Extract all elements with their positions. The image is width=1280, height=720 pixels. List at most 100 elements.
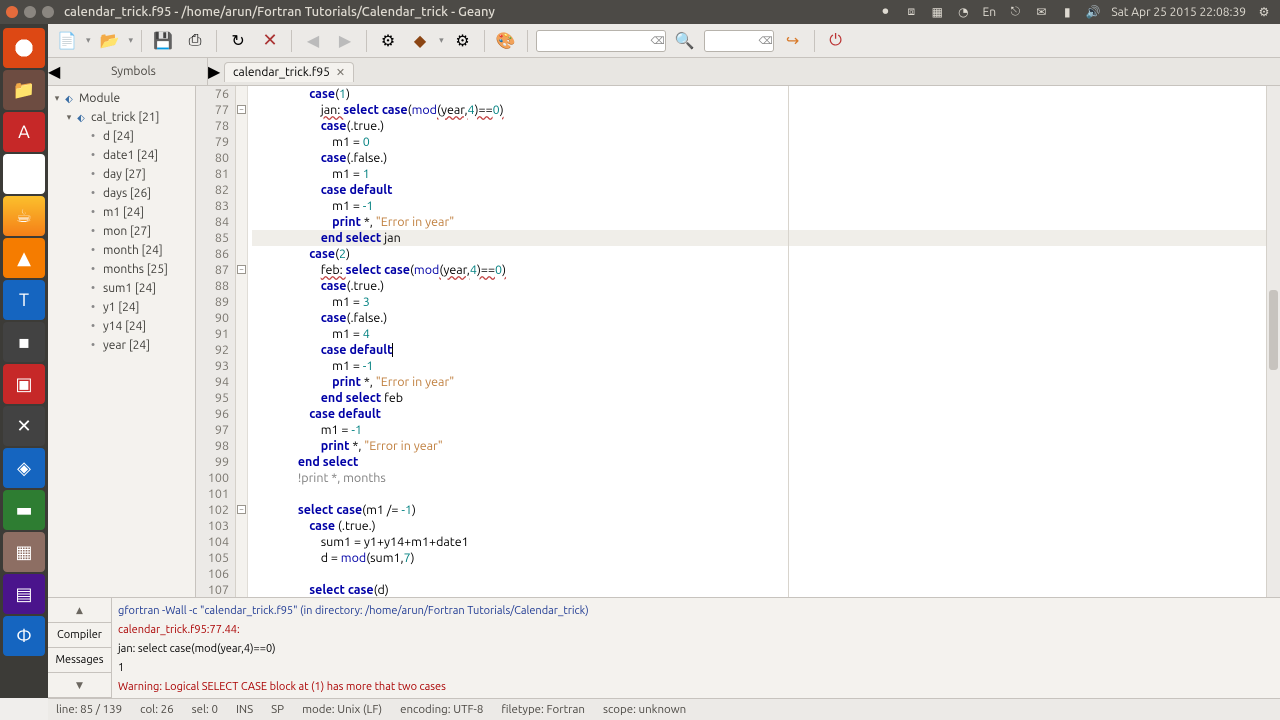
code-line[interactable]: case default — [252, 182, 1280, 198]
code-line[interactable]: m1 = 3 — [252, 294, 1280, 310]
code-area[interactable]: case(1) jan: select case(mod(year,4)==0)… — [248, 86, 1280, 597]
code-line[interactable]: end select jan — [252, 230, 1280, 246]
compile-button[interactable]: ⚙ — [375, 28, 401, 54]
battery-icon[interactable]: ▮ — [1059, 4, 1075, 20]
app-icon-5[interactable]: ▦ — [3, 532, 45, 572]
volume-icon[interactable]: 🔊 — [1085, 4, 1101, 20]
quit-button[interactable]: ⏻ — [823, 28, 849, 54]
code-line[interactable]: m1 = 4 — [252, 326, 1280, 342]
code-line[interactable]: print *, "Error in year" — [252, 214, 1280, 230]
goto-entry[interactable]: ⌫ — [704, 30, 774, 52]
new-file-button[interactable]: 📄 — [54, 28, 80, 54]
fold-column[interactable]: −−− — [236, 86, 248, 597]
code-line[interactable] — [252, 486, 1280, 502]
record-icon[interactable]: ⏺ — [877, 4, 893, 20]
find-entry[interactable]: ⌫ — [536, 30, 666, 52]
bluetooth-icon[interactable]: ⎋ — [1007, 4, 1023, 20]
nav-forward-button[interactable]: ▶ — [332, 28, 358, 54]
dropbox-icon[interactable]: ⧈ — [903, 4, 919, 20]
code-line[interactable]: case(2) — [252, 246, 1280, 262]
app-icon-1[interactable]: A — [3, 112, 45, 152]
virtualbox-icon[interactable]: ◈ — [3, 448, 45, 488]
code-line[interactable]: d = mod(sum1,7) — [252, 550, 1280, 566]
code-line[interactable]: end select feb — [252, 390, 1280, 406]
sidebar-tab-right-icon[interactable]: ▶ — [208, 62, 220, 81]
settings-gear-icon[interactable]: ⚙ — [1256, 4, 1272, 20]
tree-item[interactable]: •month [24] — [52, 241, 191, 260]
tree-item[interactable]: •d [24] — [52, 127, 191, 146]
tree-item[interactable]: •y1 [24] — [52, 298, 191, 317]
app-icon-7[interactable]: Φ — [3, 616, 45, 656]
file-tab[interactable]: calendar_trick.f95 ✕ — [224, 62, 354, 82]
message-line[interactable]: 1 — [118, 658, 1274, 677]
save-all-button[interactable]: ⎙ — [182, 28, 208, 54]
tree-item[interactable]: •y14 [24] — [52, 317, 191, 336]
dash-icon[interactable] — [3, 28, 45, 68]
messages-content[interactable]: gfortran -Wall -c "calendar_trick.f95" (… — [112, 598, 1280, 698]
vlc-icon[interactable]: ▲ — [3, 238, 45, 278]
save-button[interactable]: 💾 — [150, 28, 176, 54]
code-line[interactable]: case (.true.) — [252, 518, 1280, 534]
code-line[interactable]: select case(m1 /= -1) — [252, 502, 1280, 518]
tex-icon[interactable]: T — [3, 280, 45, 320]
tree-item[interactable]: •days [26] — [52, 184, 191, 203]
code-line[interactable]: case default — [252, 342, 1280, 358]
reload-button[interactable]: ↻ — [225, 28, 251, 54]
code-line[interactable] — [252, 566, 1280, 582]
find-input[interactable] — [537, 35, 651, 47]
code-line[interactable]: m1 = -1 — [252, 198, 1280, 214]
code-line[interactable]: !print *, months — [252, 470, 1280, 486]
code-line[interactable]: print *, "Error in year" — [252, 438, 1280, 454]
code-line[interactable]: case(.false.) — [252, 310, 1280, 326]
tree-item[interactable]: •mon [27] — [52, 222, 191, 241]
terminal-icon[interactable]: ▪ — [3, 322, 45, 362]
symbols-tab[interactable]: Symbols — [60, 58, 208, 85]
code-line[interactable]: sum1 = y1+y14+m1+date1 — [252, 534, 1280, 550]
code-line[interactable]: m1 = 0 — [252, 134, 1280, 150]
close-tab-icon[interactable]: ✕ — [336, 66, 345, 79]
scroll-thumb[interactable] — [1269, 290, 1278, 370]
tree-cal-trick[interactable]: ▾⬖cal_trick [21] — [52, 108, 191, 127]
app-icon-2[interactable]: ▣ — [3, 364, 45, 404]
sidebar-tab-left-icon[interactable]: ◀ — [48, 62, 60, 81]
tree-item[interactable]: •m1 [24] — [52, 203, 191, 222]
app-icon-4[interactable]: ▬ — [3, 490, 45, 530]
message-line[interactable]: jan: select case(mod(year,4)==0) — [118, 639, 1274, 658]
editor[interactable]: 7677787980818283848586878889909192939495… — [196, 86, 1280, 597]
clear-goto-icon[interactable]: ⌫ — [758, 35, 772, 47]
code-line[interactable]: m1 = -1 — [252, 422, 1280, 438]
code-line[interactable]: case(.true.) — [252, 278, 1280, 294]
vertical-scrollbar[interactable] — [1266, 86, 1280, 597]
clock[interactable]: Sat Apr 25 2015 22:08:39 — [1111, 6, 1246, 19]
code-line[interactable]: case default — [252, 406, 1280, 422]
close-window-button[interactable] — [6, 6, 18, 18]
clear-find-icon[interactable]: ⌫ — [650, 35, 664, 47]
code-line[interactable]: select case(d) — [252, 582, 1280, 598]
goto-button[interactable]: ↪ — [780, 28, 806, 54]
message-line[interactable]: gfortran -Wall -c "calendar_trick.f95" (… — [118, 601, 1274, 620]
code-line[interactable]: print *, "Error in year" — [252, 374, 1280, 390]
code-line[interactable]: jan: select case(mod(year,4)==0) — [252, 102, 1280, 118]
tree-item[interactable]: •year [24] — [52, 336, 191, 355]
code-line[interactable]: case(1) — [252, 86, 1280, 102]
tree-item[interactable]: •months [25] — [52, 260, 191, 279]
tree-item[interactable]: •sum1 [24] — [52, 279, 191, 298]
minimize-window-button[interactable] — [24, 6, 36, 18]
app-icon-3[interactable]: ✕ — [3, 406, 45, 446]
code-line[interactable]: case(.false.) — [252, 150, 1280, 166]
open-file-button[interactable]: 📂 — [97, 28, 123, 54]
msg-up-button[interactable]: ▲ — [48, 598, 111, 623]
close-button[interactable]: ✕ — [257, 28, 283, 54]
code-line[interactable]: m1 = -1 — [252, 358, 1280, 374]
app-icon-6[interactable]: ▤ — [3, 574, 45, 614]
geany-icon[interactable]: ☕ — [3, 196, 45, 236]
tree-item[interactable]: •day [27] — [52, 165, 191, 184]
nav-back-button[interactable]: ◀ — [300, 28, 326, 54]
message-line[interactable]: Warning: Logical SELECT CASE block at (1… — [118, 677, 1274, 696]
wifi-icon[interactable]: ◔ — [955, 4, 971, 20]
tree-item[interactable]: •date1 [24] — [52, 146, 191, 165]
chrome-icon[interactable]: ◉ — [3, 154, 45, 194]
code-line[interactable]: case(.true.) — [252, 118, 1280, 134]
code-line[interactable]: m1 = 1 — [252, 166, 1280, 182]
code-line[interactable]: end select — [252, 454, 1280, 470]
